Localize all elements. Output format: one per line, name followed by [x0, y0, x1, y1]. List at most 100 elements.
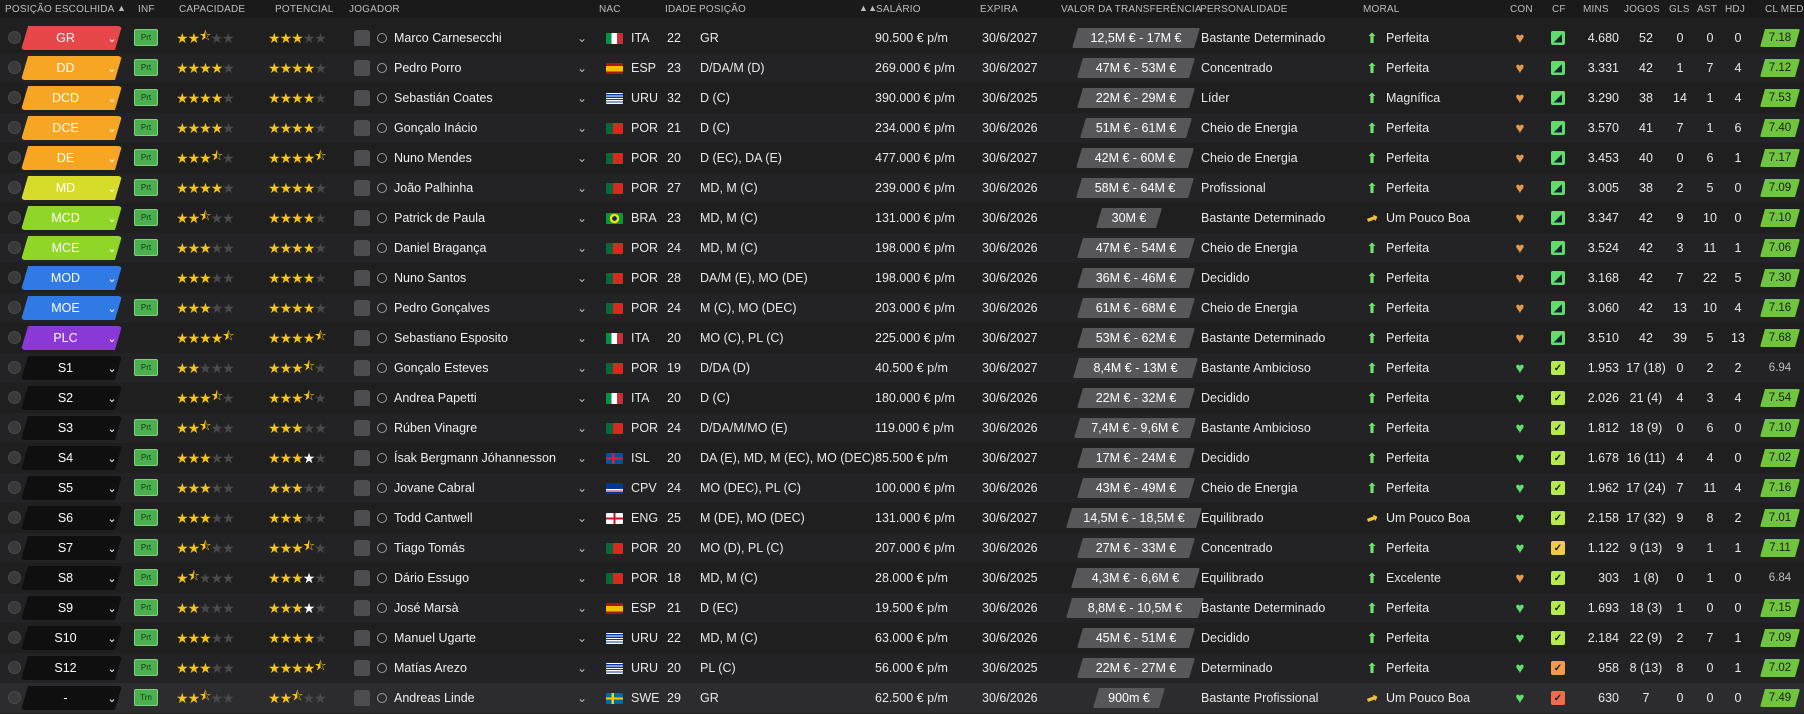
transfer-value[interactable]: 4,3M € - 6,6M €: [1071, 568, 1200, 588]
chevron-down-icon[interactable]: ⌄: [577, 53, 587, 83]
player-name[interactable]: Daniel Bragança: [394, 233, 486, 263]
table-row[interactable]: S4 ⌄ Prt ★ ★ ★ ★ ★ ★ ★ ★ ★ ★ Ísak Bergmann Jóhannesso…: [0, 443, 1804, 473]
chevron-down-icon[interactable]: ⌄: [102, 152, 122, 165]
header-valor[interactable]: VALOR DA TRANSFERÊNCIA: [1061, 4, 1202, 15]
chevron-down-icon[interactable]: ⌄: [102, 242, 122, 255]
transfer-value[interactable]: 900m €: [1093, 688, 1165, 708]
position-selector[interactable]: S5 ⌄: [21, 476, 122, 500]
table-row[interactable]: GR ⌄ Prt ★ ★ ⯪ ★ ★ ★ ★ ★ ★ ★ Marco Carnesecchi ⌄ ITA 22 G…: [0, 23, 1804, 53]
select-checkbox[interactable]: [8, 691, 21, 704]
chevron-down-icon[interactable]: ⌄: [577, 653, 587, 683]
position-selector[interactable]: MCE ⌄: [21, 236, 122, 260]
position-selector[interactable]: DCD ⌄: [21, 86, 122, 110]
table-row[interactable]: MOD ⌄ ★ ★ ★ ★ ★ ★ ★ ★ ★ ★ Nuno Santos ⌄ POR 28 DA/M (E),…: [0, 263, 1804, 293]
info-badge[interactable]: Prt: [134, 59, 158, 76]
player-name[interactable]: Gonçalo Inácio: [394, 113, 477, 143]
chevron-down-icon[interactable]: ⌄: [102, 212, 122, 225]
transfer-value[interactable]: 27M € - 33M €: [1077, 538, 1195, 558]
info-badge[interactable]: Prt: [134, 449, 158, 466]
player-name[interactable]: Dário Essugo: [394, 563, 469, 593]
chevron-down-icon[interactable]: ⌄: [102, 182, 122, 195]
chevron-down-icon[interactable]: ⌄: [577, 503, 587, 533]
select-checkbox[interactable]: [8, 391, 21, 404]
chevron-down-icon[interactable]: ⌄: [577, 263, 587, 293]
transfer-value[interactable]: 8,4M € - 13M €: [1073, 358, 1198, 378]
chevron-down-icon[interactable]: ⌄: [577, 413, 587, 443]
info-badge[interactable]: Prt: [134, 89, 158, 106]
position-selector[interactable]: MCD ⌄: [21, 206, 122, 230]
chevron-down-icon[interactable]: ⌄: [577, 233, 587, 263]
table-row[interactable]: S5 ⌄ Prt ★ ★ ★ ★ ★ ★ ★ ★ ★ ★ Jovane Cabral ⌄ CPV 24 MO (D…: [0, 473, 1804, 503]
header-potencial[interactable]: POTENCIAL: [275, 4, 333, 15]
position-selector[interactable]: DD ⌄: [21, 56, 122, 80]
select-checkbox[interactable]: [8, 331, 21, 344]
player-name[interactable]: Ísak Bergmann Jóhannesson: [394, 443, 556, 473]
table-row[interactable]: S6 ⌄ Prt ★ ★ ★ ★ ★ ★ ★ ★ ★ ★ Todd Cantwell ⌄ ENG 25 M (DE…: [0, 503, 1804, 533]
chevron-down-icon[interactable]: ⌄: [102, 422, 122, 435]
position-selector[interactable]: S10 ⌄: [21, 626, 122, 650]
info-badge[interactable]: Prt: [134, 359, 158, 376]
info-badge[interactable]: Prt: [134, 569, 158, 586]
select-checkbox[interactable]: [8, 571, 21, 584]
info-badge[interactable]: Prt: [134, 29, 158, 46]
select-checkbox[interactable]: [8, 541, 21, 554]
chevron-down-icon[interactable]: ⌄: [577, 293, 587, 323]
position-selector[interactable]: GR ⌄: [21, 26, 122, 50]
chevron-down-icon[interactable]: ⌄: [102, 62, 122, 75]
transfer-value[interactable]: 7,4M € - 9,6M €: [1074, 418, 1196, 438]
chevron-down-icon[interactable]: ⌄: [577, 533, 587, 563]
table-row[interactable]: S10 ⌄ Prt ★ ★ ★ ★ ★ ★ ★ ★ ★ ★ Manuel Ugarte ⌄ URU 22 MD, …: [0, 623, 1804, 653]
transfer-value[interactable]: 22M € - 29M €: [1077, 88, 1195, 108]
info-badge[interactable]: Prt: [134, 299, 158, 316]
table-row[interactable]: PLC ⌄ ★ ★ ★ ★ ⯪ ★ ★ ★ ★ ⯪ Sebastiano Esposito ⌄ ITA 20 M…: [0, 323, 1804, 353]
header-mins[interactable]: MINS: [1583, 4, 1609, 15]
transfer-value[interactable]: 45M € - 51M €: [1077, 628, 1195, 648]
select-checkbox[interactable]: [8, 241, 21, 254]
chevron-down-icon[interactable]: ⌄: [577, 323, 587, 353]
chevron-down-icon[interactable]: ⌄: [577, 623, 587, 653]
info-badge[interactable]: Prt: [134, 149, 158, 166]
position-selector[interactable]: MOD ⌄: [21, 266, 122, 290]
select-checkbox[interactable]: [8, 421, 21, 434]
info-badge[interactable]: Prt: [134, 179, 158, 196]
position-selector[interactable]: S3 ⌄: [21, 416, 122, 440]
position-selector[interactable]: DCE ⌄: [21, 116, 122, 140]
table-row[interactable]: DD ⌄ Prt ★ ★ ★ ★ ★ ★ ★ ★ ★ ★ Pedro Porro ⌄ ESP 23 D/DA/M …: [0, 53, 1804, 83]
select-checkbox[interactable]: [8, 601, 21, 614]
table-row[interactable]: S2 ⌄ ★ ★ ★ ⯪ ★ ★ ★ ★ ⯪ ★ Andrea Papetti ⌄ ITA 20 D (C) 18…: [0, 383, 1804, 413]
chevron-down-icon[interactable]: ⌄: [102, 92, 122, 105]
header-nac[interactable]: NAC: [599, 4, 621, 15]
position-selector[interactable]: S8 ⌄: [21, 566, 122, 590]
table-row[interactable]: - ⌄ Trn ★ ★ ⯪ ★ ★ ★ ★ ⯪ ★ ★ Andreas Linde ⌄ SWE 29 GR 62.5…: [0, 683, 1804, 713]
table-row[interactable]: S12 ⌄ Prt ★ ★ ★ ★ ★ ★ ★ ★ ★ ⯪ Matías Arezo ⌄ URU 20 PL (C…: [0, 653, 1804, 683]
player-name[interactable]: Andreas Linde: [394, 683, 475, 713]
select-checkbox[interactable]: [8, 31, 21, 44]
chevron-down-icon[interactable]: ⌄: [577, 353, 587, 383]
chevron-down-icon[interactable]: ⌄: [102, 362, 122, 375]
header-hdj[interactable]: HDJ: [1725, 4, 1745, 15]
chevron-down-icon[interactable]: ⌄: [102, 512, 122, 525]
header-cf[interactable]: CF: [1552, 4, 1566, 15]
info-badge[interactable]: Trn: [134, 689, 158, 706]
header-capacidade[interactable]: CAPACIDADE: [179, 4, 245, 15]
table-row[interactable]: MOE ⌄ Prt ★ ★ ★ ★ ★ ★ ★ ★ ★ ★ Pedro Gonçalves ⌄ POR 24 M …: [0, 293, 1804, 323]
position-selector[interactable]: MD ⌄: [21, 176, 122, 200]
table-row[interactable]: DCD ⌄ Prt ★ ★ ★ ★ ★ ★ ★ ★ ★ ★ Sebastián Coates ⌄ URU 32 D…: [0, 83, 1804, 113]
header-cl-med[interactable]: CL MED: [1765, 4, 1804, 15]
chevron-down-icon[interactable]: ⌄: [577, 173, 587, 203]
chevron-down-icon[interactable]: ⌄: [102, 272, 122, 285]
transfer-value[interactable]: 53M € - 62M €: [1077, 328, 1195, 348]
chevron-down-icon[interactable]: ⌄: [577, 143, 587, 173]
player-name[interactable]: Jovane Cabral: [394, 473, 475, 503]
player-name[interactable]: Manuel Ugarte: [394, 623, 476, 653]
position-selector[interactable]: S2 ⌄: [21, 386, 122, 410]
table-row[interactable]: MCE ⌄ Prt ★ ★ ★ ★ ★ ★ ★ ★ ★ ★ Daniel Bragança ⌄ POR 24 MD…: [0, 233, 1804, 263]
table-row[interactable]: S1 ⌄ Prt ★ ★ ★ ★ ★ ★ ★ ★ ⯪ ★ Gonçalo Esteves ⌄ POR 19 D/D…: [0, 353, 1804, 383]
chevron-down-icon[interactable]: ⌄: [102, 302, 122, 315]
position-selector[interactable]: S6 ⌄: [21, 506, 122, 530]
transfer-value[interactable]: 51M € - 61M €: [1080, 118, 1192, 138]
info-badge[interactable]: Prt: [134, 509, 158, 526]
chevron-down-icon[interactable]: ⌄: [102, 332, 122, 345]
player-name[interactable]: João Palhinha: [394, 173, 473, 203]
table-row[interactable]: MD ⌄ Prt ★ ★ ★ ★ ★ ★ ★ ★ ★ ★ João Palhinha ⌄ POR 27 MD, M…: [0, 173, 1804, 203]
